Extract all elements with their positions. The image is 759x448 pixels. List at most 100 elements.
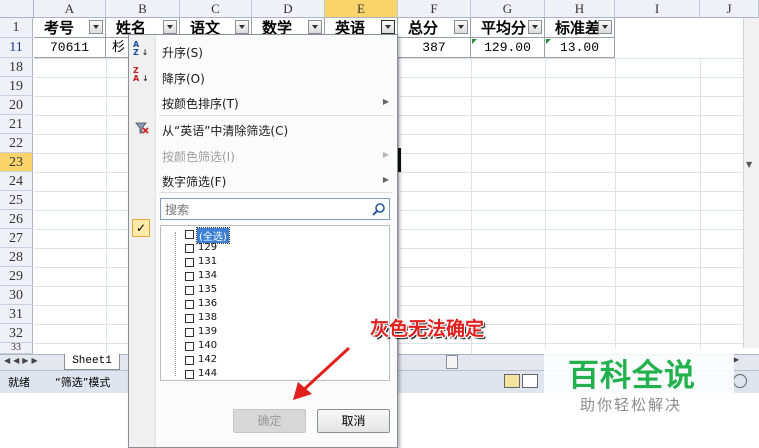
row-header[interactable]: 24 bbox=[0, 172, 33, 191]
search-box[interactable] bbox=[160, 198, 390, 220]
filter-value-list: (全选) 129 131 134 135 136 138 139 140 142… bbox=[160, 225, 390, 381]
sheet-nav-arrows-icon[interactable]: ◀◀▶▶ bbox=[4, 356, 41, 365]
filter-dropdown-button[interactable] bbox=[454, 20, 468, 34]
column-header-d[interactable]: D bbox=[252, 0, 325, 18]
row-header[interactable]: 31 bbox=[0, 305, 33, 324]
row-header[interactable]: 26 bbox=[0, 210, 33, 229]
header-cell-label: 平均分 bbox=[481, 19, 527, 37]
sort-ascending-icon: AZ ↓ bbox=[133, 40, 149, 57]
zoom-in-icon[interactable] bbox=[733, 374, 747, 388]
row-header[interactable]: 19 bbox=[0, 77, 33, 96]
menu-separator bbox=[159, 115, 393, 116]
row-header[interactable]: 18 bbox=[0, 58, 33, 77]
value-checkbox[interactable] bbox=[185, 342, 194, 351]
select-all-checkbox[interactable] bbox=[185, 230, 194, 239]
column-header-a[interactable]: A bbox=[34, 0, 106, 18]
value-checkbox[interactable] bbox=[185, 244, 194, 253]
scroll-right-icon[interactable]: ▶ bbox=[733, 355, 743, 367]
value-checkbox[interactable] bbox=[185, 328, 194, 337]
value-checkbox[interactable] bbox=[185, 370, 194, 379]
column-header-j[interactable]: J bbox=[700, 0, 759, 18]
row-header[interactable]: 29 bbox=[0, 267, 33, 286]
header-cell[interactable]: 总分 bbox=[398, 18, 471, 38]
row-header[interactable]: 30 bbox=[0, 286, 33, 305]
value-label: 139 bbox=[198, 326, 218, 337]
filter-dropdown-button[interactable] bbox=[89, 20, 103, 34]
data-cell[interactable]: 129.00 bbox=[471, 38, 545, 58]
grid-line bbox=[615, 58, 616, 354]
filter-dropdown-button[interactable] bbox=[528, 20, 542, 34]
row-header[interactable]: 11 bbox=[0, 38, 33, 58]
row-header[interactable]: 25 bbox=[0, 191, 33, 210]
row-header[interactable]: 22 bbox=[0, 134, 33, 153]
submenu-arrow-icon: ▶ bbox=[382, 97, 389, 106]
sheet-tab[interactable]: Sheet1 bbox=[64, 354, 120, 370]
header-cell-label: 考号 bbox=[44, 19, 75, 37]
column-header-f[interactable]: F bbox=[398, 0, 471, 18]
row-header[interactable]: 20 bbox=[0, 96, 33, 115]
header-cell[interactable]: 考号 bbox=[34, 18, 106, 38]
search-input[interactable] bbox=[163, 201, 367, 219]
column-header-c[interactable]: C bbox=[180, 0, 252, 18]
normal-view-icon[interactable] bbox=[504, 374, 520, 388]
status-ready: 就绪 bbox=[8, 376, 30, 389]
page-layout-icon[interactable] bbox=[522, 374, 538, 388]
row-header[interactable]: 23 bbox=[0, 153, 33, 172]
row-header[interactable]: 33 bbox=[0, 343, 33, 354]
filter-dropdown-button[interactable] bbox=[598, 20, 612, 34]
scroll-split-icon[interactable]: ▼ bbox=[746, 160, 752, 169]
status-filter-mode: “筛选”模式 bbox=[55, 376, 111, 389]
menu-separator bbox=[159, 192, 393, 193]
filter-dropdown-button[interactable] bbox=[163, 20, 177, 34]
row-header[interactable]: 28 bbox=[0, 248, 33, 267]
watermark-slogan: 助你轻松解决 bbox=[580, 396, 683, 414]
cancel-button[interactable]: 取消 bbox=[317, 409, 390, 433]
annotation-arrow-icon bbox=[293, 346, 351, 400]
data-cell[interactable]: 70611 bbox=[34, 38, 106, 58]
menu-item-clear-filter[interactable]: 从“英语”中清除筛选(C) bbox=[162, 122, 288, 139]
horizontal-scroll-thumb[interactable] bbox=[446, 355, 458, 369]
menu-item-filter-by-color: 按颜色筛选(I) bbox=[162, 150, 235, 164]
checkmark-icon: ✓ bbox=[132, 219, 150, 237]
row-header[interactable]: 21 bbox=[0, 115, 33, 134]
grid-line bbox=[700, 58, 701, 354]
data-cell[interactable]: 387 bbox=[398, 38, 471, 58]
filter-dropdown-button[interactable] bbox=[308, 20, 322, 34]
value-label: 142 bbox=[198, 354, 218, 365]
filter-dropdown-button[interactable] bbox=[235, 20, 249, 34]
column-header-g[interactable]: G bbox=[471, 0, 545, 18]
search-icon[interactable] bbox=[372, 202, 386, 216]
vertical-scrollbar[interactable] bbox=[743, 18, 759, 348]
ok-button: 确定 bbox=[233, 409, 306, 433]
row-header[interactable]: 27 bbox=[0, 229, 33, 248]
cell-content-fragment bbox=[398, 148, 401, 172]
annotation-text: 灰色无法确定 bbox=[370, 318, 485, 340]
row-header[interactable]: 1 bbox=[0, 18, 33, 38]
header-cell[interactable]: 平均分 bbox=[471, 18, 545, 38]
menu-item-sort-by-color[interactable]: 按颜色排序(T) bbox=[162, 95, 239, 112]
filter-dropdown-menu: AZ ↓ 升序(S) ZA ↓ 降序(O) 按颜色排序(T) ▶ 从“英语”中清… bbox=[128, 34, 398, 448]
submenu-arrow-icon: ▶ bbox=[382, 150, 389, 159]
header-cell[interactable]: 标准差 bbox=[545, 18, 615, 38]
value-label: 129 bbox=[198, 242, 218, 253]
filter-active-button[interactable] bbox=[381, 20, 395, 34]
column-header-h[interactable]: H bbox=[545, 0, 615, 18]
value-checkbox[interactable] bbox=[185, 286, 194, 295]
row-header[interactable]: 32 bbox=[0, 324, 33, 343]
menu-item-sort-ascending[interactable]: 升序(S) bbox=[162, 44, 203, 61]
select-all-label[interactable]: (全选) bbox=[196, 227, 230, 244]
value-checkbox[interactable] bbox=[185, 272, 194, 281]
value-checkbox[interactable] bbox=[185, 258, 194, 267]
value-checkbox[interactable] bbox=[185, 314, 194, 323]
data-cell[interactable]: 13.00 bbox=[545, 38, 615, 58]
column-header-i[interactable]: I bbox=[615, 0, 700, 18]
menu-item-sort-descending[interactable]: 降序(O) bbox=[162, 70, 205, 87]
menu-item-number-filter[interactable]: 数字筛选(F) bbox=[162, 173, 226, 190]
select-all-corner[interactable] bbox=[0, 0, 34, 18]
column-header-b[interactable]: B bbox=[106, 0, 180, 18]
value-checkbox[interactable] bbox=[185, 356, 194, 365]
value-label: 138 bbox=[198, 312, 218, 323]
value-checkbox[interactable] bbox=[185, 300, 194, 309]
column-header-e[interactable]: E bbox=[325, 0, 398, 18]
submenu-arrow-icon: ▶ bbox=[382, 175, 389, 184]
